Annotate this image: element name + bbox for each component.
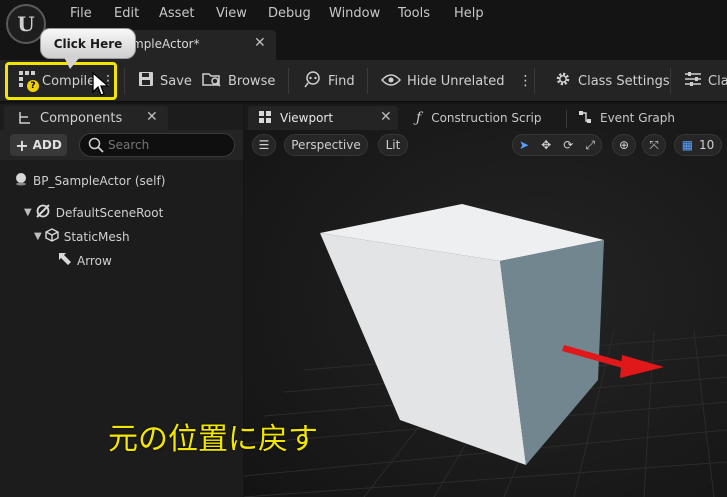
tree-item-label: BP_SampleActor (self) bbox=[33, 173, 166, 188]
menu-bar: U File Edit Asset View Debug Window Tool… bbox=[0, 0, 727, 44]
search-input[interactable] bbox=[108, 137, 228, 153]
components-tab[interactable]: Components ✕ bbox=[4, 106, 168, 130]
plus-icon: + bbox=[15, 135, 29, 155]
event-graph-icon bbox=[578, 110, 592, 127]
perspective-label: Perspective bbox=[291, 138, 361, 152]
static-mesh-icon bbox=[45, 228, 59, 245]
instruction-caption: 元の位置に戻す bbox=[108, 422, 318, 457]
browse-button[interactable]: Browse bbox=[202, 60, 275, 102]
hide-unrelated-button[interactable]: Hide Unrelated ⋮ bbox=[380, 60, 533, 102]
tree-item-default-scene-root[interactable]: ▼ DefaultSceneRoot bbox=[24, 204, 163, 221]
tab-viewport[interactable]: Viewport ✕ bbox=[248, 106, 398, 130]
close-panel-icon[interactable]: ✕ bbox=[146, 109, 158, 125]
browse-icon bbox=[202, 71, 222, 91]
menu-asset[interactable]: Asset bbox=[159, 6, 195, 21]
lit-label: Lit bbox=[385, 138, 401, 152]
hide-unrelated-label: Hide Unrelated bbox=[407, 73, 505, 89]
components-icon bbox=[18, 111, 32, 128]
menu-file[interactable]: File bbox=[70, 6, 92, 21]
tree-item-label: DefaultSceneRoot bbox=[55, 205, 164, 220]
find-icon bbox=[304, 70, 322, 92]
move-tool-icon[interactable]: ✥ bbox=[541, 138, 551, 152]
close-tab-icon[interactable]: ✕ bbox=[380, 109, 392, 125]
compile-status-unknown-icon: ? bbox=[27, 80, 39, 92]
sliders-icon bbox=[684, 71, 702, 91]
tree-item-self[interactable]: BP_SampleActor (self) bbox=[14, 172, 165, 189]
viewport-tab-bar: Viewport ✕ ƒ Construction Scrip Event Gr… bbox=[244, 104, 727, 130]
menu-window[interactable]: Window bbox=[329, 6, 380, 21]
add-label: ADD bbox=[32, 138, 62, 152]
component-search-box[interactable] bbox=[79, 133, 235, 157]
rotate-tool-icon[interactable]: ⟳ bbox=[563, 138, 573, 152]
surface-snap-toggle[interactable]: ⤧ bbox=[642, 134, 666, 156]
class-settings-button[interactable]: Class Settings bbox=[554, 60, 670, 102]
compile-label: Compile bbox=[42, 73, 96, 89]
class-defaults-label: Cla bbox=[708, 73, 727, 89]
tab-event-graph-label: Event Graph bbox=[600, 111, 675, 125]
perspective-button[interactable]: Perspective bbox=[284, 134, 368, 156]
save-label: Save bbox=[160, 73, 192, 89]
menu-edit[interactable]: Edit bbox=[114, 6, 139, 21]
eye-icon bbox=[380, 72, 402, 91]
menu-debug[interactable]: Debug bbox=[268, 6, 311, 21]
surface-snap-icon: ⤧ bbox=[649, 137, 659, 152]
toolbar-divider bbox=[670, 68, 671, 94]
menu-view[interactable]: View bbox=[216, 6, 247, 21]
tab-divider bbox=[566, 110, 567, 128]
save-icon bbox=[138, 71, 154, 91]
scene-root-icon bbox=[35, 204, 51, 221]
callout-text: Click Here bbox=[53, 36, 123, 51]
browse-label: Browse bbox=[228, 73, 276, 89]
grid-snap-value: 10 bbox=[699, 138, 715, 152]
add-component-button[interactable]: + ADD bbox=[10, 134, 67, 156]
tab-viewport-label: Viewport bbox=[280, 111, 334, 125]
asset-tab-label: mpleActor* bbox=[132, 37, 200, 51]
menu-tools[interactable]: Tools bbox=[398, 6, 430, 21]
toolbar-divider bbox=[124, 68, 125, 94]
arrow-component-icon bbox=[58, 252, 72, 269]
viewport-options-button[interactable]: ☰ bbox=[252, 134, 276, 156]
tab-construction-script-label: Construction Scrip bbox=[431, 111, 542, 125]
mouse-cursor-icon bbox=[92, 72, 110, 96]
grid-snap-button[interactable]: ▦ 10 bbox=[674, 134, 722, 156]
toolbar-divider bbox=[288, 68, 289, 94]
select-tool-icon[interactable]: ➤ bbox=[519, 138, 529, 152]
transform-tools-group: ➤ ✥ ⟳ ⤢ bbox=[512, 134, 602, 156]
tree-item-static-mesh[interactable]: ▼ StaticMesh bbox=[34, 228, 130, 245]
tree-item-label: StaticMesh bbox=[63, 229, 130, 244]
class-defaults-button[interactable]: Cla bbox=[684, 60, 727, 102]
function-icon: ƒ bbox=[416, 110, 422, 126]
class-settings-label: Class Settings bbox=[578, 73, 670, 89]
toolbar-divider bbox=[367, 68, 368, 94]
lit-mode-button[interactable]: Lit bbox=[378, 134, 408, 156]
save-button[interactable]: Save bbox=[138, 60, 192, 102]
menu-help[interactable]: Help bbox=[454, 6, 484, 21]
search-icon bbox=[88, 137, 104, 153]
find-button[interactable]: Find bbox=[304, 60, 355, 102]
tab-construction-script[interactable]: ƒ Construction Scrip bbox=[416, 106, 542, 130]
find-label: Find bbox=[328, 73, 355, 89]
world-icon: ⊕ bbox=[618, 138, 630, 152]
scale-tool-icon[interactable]: ⤢ bbox=[585, 138, 595, 153]
tree-item-arrow[interactable]: Arrow bbox=[58, 252, 112, 269]
hamburger-menu-icon: ☰ bbox=[258, 138, 270, 152]
gear-icon bbox=[554, 70, 572, 92]
toolbar-divider bbox=[534, 68, 535, 94]
hide-unrelated-options-icon[interactable]: ⋮ bbox=[519, 73, 533, 89]
tab-event-graph[interactable]: Event Graph bbox=[578, 106, 675, 130]
click-here-callout: Click Here bbox=[40, 28, 136, 59]
actor-sphere-icon bbox=[14, 172, 28, 189]
close-tab-icon[interactable]: ✕ bbox=[254, 35, 266, 51]
world-local-toggle[interactable]: ⊕ bbox=[612, 134, 636, 156]
viewport-grid-icon bbox=[258, 110, 272, 127]
chevron-down-icon[interactable]: ▼ bbox=[34, 231, 42, 242]
chevron-down-icon[interactable]: ▼ bbox=[24, 207, 32, 218]
callout-tail bbox=[64, 57, 80, 69]
tree-item-label: Arrow bbox=[77, 253, 112, 268]
components-toolbar: + ADD bbox=[0, 130, 243, 160]
components-tab-label: Components bbox=[40, 111, 123, 126]
grid-snap-icon: ▦ bbox=[681, 138, 694, 152]
